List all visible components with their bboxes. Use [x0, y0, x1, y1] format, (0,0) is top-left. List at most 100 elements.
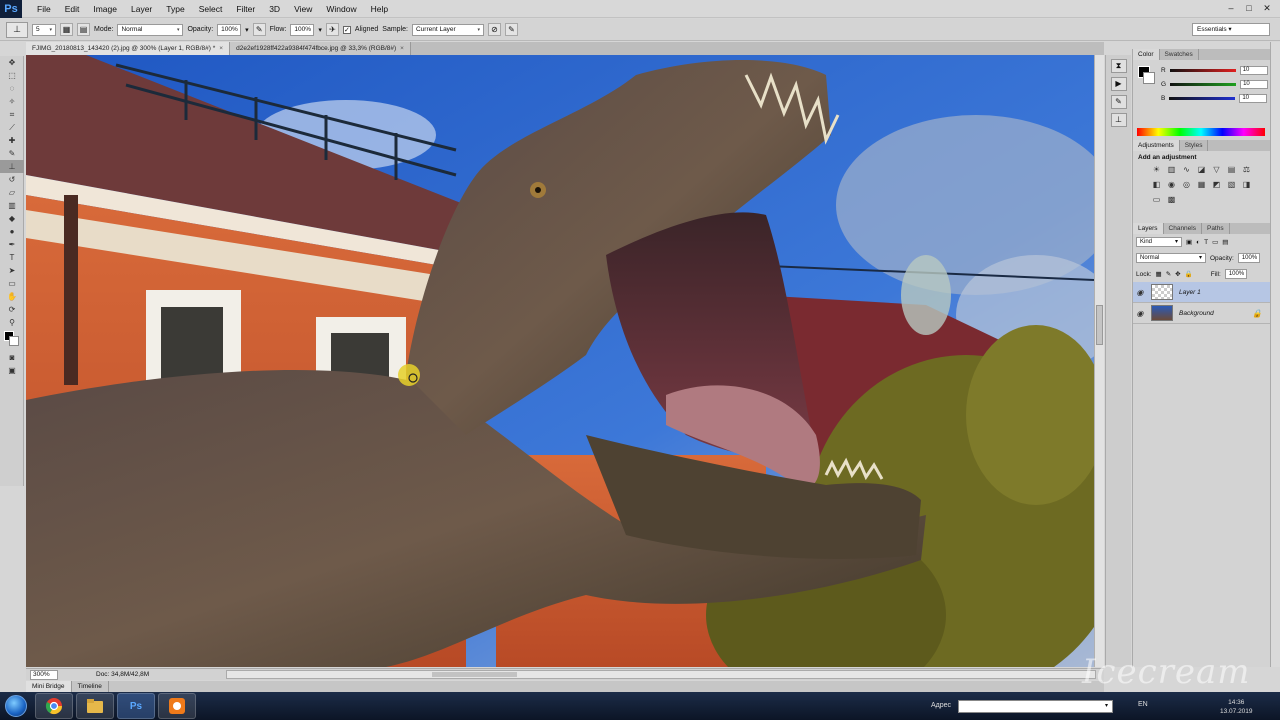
threshold-icon[interactable]: ◨: [1241, 179, 1252, 190]
layer-name[interactable]: Background: [1179, 310, 1214, 317]
levels-icon[interactable]: ▥: [1166, 164, 1177, 175]
zoom-tool-icon[interactable]: ⚲: [0, 316, 24, 329]
clone-source-icon[interactable]: ▤: [77, 23, 90, 36]
menu-help[interactable]: Help: [364, 4, 395, 14]
lock-transparency-icon[interactable]: ▦: [1156, 270, 1162, 278]
color-spectrum-bar[interactable]: [1137, 128, 1265, 136]
eyedropper-tool-icon[interactable]: ⟋: [0, 121, 24, 134]
vibrance-icon[interactable]: ▽: [1211, 164, 1222, 175]
explorer-icon[interactable]: [76, 693, 114, 719]
mode-select[interactable]: Normal ▾: [117, 23, 184, 36]
filter-shape-icon[interactable]: ▭: [1212, 238, 1218, 246]
visibility-eye-icon[interactable]: ◉: [1133, 309, 1147, 318]
close-button[interactable]: ✕: [1260, 2, 1274, 14]
lasso-tool-icon[interactable]: ◌: [0, 82, 24, 95]
menu-edit[interactable]: Edit: [58, 4, 87, 14]
opacity-field[interactable]: 100%: [217, 23, 242, 36]
canvas-horizontal-scrollbar[interactable]: [226, 670, 1096, 679]
green-slider[interactable]: [1170, 83, 1237, 86]
zoom-field[interactable]: 300%: [30, 669, 58, 680]
sample-select[interactable]: Current Layer ▾: [411, 23, 484, 36]
menu-type[interactable]: Type: [159, 4, 191, 14]
layer-row[interactable]: ◉ Layer 1: [1133, 282, 1270, 303]
kind-filter-select[interactable]: Kind ▾: [1136, 237, 1182, 247]
filter-adjustment-icon[interactable]: ◐: [1196, 239, 1200, 246]
workspace-switcher[interactable]: Essentials ▾: [1192, 23, 1270, 36]
layer-row[interactable]: ◉ Background 🔒: [1133, 303, 1270, 324]
healing-tool-icon[interactable]: ✚: [0, 134, 24, 147]
tab-document-2[interactable]: d2e2ef1928ff422a9384f474fbce.jpg @ 33,3%…: [230, 42, 411, 55]
quick-mask-icon[interactable]: ◙: [0, 351, 24, 364]
menu-select[interactable]: Select: [192, 4, 230, 14]
filter-smart-icon[interactable]: ▤: [1222, 238, 1228, 246]
menu-image[interactable]: Image: [86, 4, 124, 14]
scrollbar-thumb[interactable]: [432, 672, 517, 677]
marquee-tool-icon[interactable]: ⬚: [0, 69, 24, 82]
tab-adjustments[interactable]: Adjustments: [1133, 140, 1180, 151]
blue-value[interactable]: 10: [1239, 94, 1268, 103]
maximize-button[interactable]: □: [1242, 2, 1256, 14]
flow-dropdown-arrow[interactable]: ▾: [318, 26, 322, 34]
chrome-icon[interactable]: [35, 693, 73, 719]
eraser-tool-icon[interactable]: ▱: [0, 186, 24, 199]
tab-paths[interactable]: Paths: [1202, 223, 1230, 234]
panels-scrollbar[interactable]: [1270, 42, 1280, 667]
panel-background-swatch[interactable]: [1143, 72, 1155, 84]
gradient-map-icon[interactable]: ▭: [1151, 194, 1162, 205]
posterize-icon[interactable]: ▧: [1226, 179, 1237, 190]
dodge-tool-icon[interactable]: ●: [0, 225, 24, 238]
language-indicator[interactable]: EN: [1138, 701, 1148, 708]
menu-layer[interactable]: Layer: [124, 4, 159, 14]
pressure-opacity-icon[interactable]: ✎: [252, 23, 266, 36]
brush-size-field[interactable]: 5 ▾: [32, 23, 56, 36]
crop-tool-icon[interactable]: ⌗: [0, 108, 24, 121]
fill-field[interactable]: 100%: [1224, 269, 1247, 279]
type-tool-icon[interactable]: T: [0, 251, 24, 264]
exposure-icon[interactable]: ◪: [1196, 164, 1207, 175]
quick-select-tool-icon[interactable]: ✧: [0, 95, 24, 108]
move-tool-icon[interactable]: ✥: [0, 56, 24, 69]
recorder-icon[interactable]: [158, 693, 196, 719]
clone-stamp-preset-icon[interactable]: ⊥: [6, 21, 28, 38]
photoshop-icon[interactable]: Ps: [117, 693, 155, 719]
doc-size-info[interactable]: Doc: 34,8M/42,8M: [96, 671, 149, 678]
airbrush-icon[interactable]: ✈: [325, 23, 339, 36]
red-value[interactable]: 10: [1239, 66, 1268, 75]
brightness-icon[interactable]: ☀: [1151, 164, 1162, 175]
actions-panel-icon[interactable]: ▶: [1110, 77, 1127, 91]
tab-styles[interactable]: Styles: [1180, 140, 1209, 151]
menu-file[interactable]: File: [30, 4, 58, 14]
menu-window[interactable]: Window: [319, 4, 363, 14]
address-input[interactable]: ▾: [958, 700, 1113, 713]
tab-channels[interactable]: Channels: [1164, 223, 1202, 234]
tab-timeline[interactable]: Timeline: [72, 681, 109, 692]
path-select-tool-icon[interactable]: ➤: [0, 264, 24, 277]
selective-color-icon[interactable]: ▩: [1166, 194, 1177, 205]
gradient-tool-icon[interactable]: ▥: [0, 199, 24, 212]
history-panel-icon[interactable]: ⧗: [1110, 59, 1127, 73]
invert-icon[interactable]: ◩: [1211, 179, 1222, 190]
color-lookup-icon[interactable]: ▦: [1196, 179, 1207, 190]
blur-tool-icon[interactable]: ◆: [0, 212, 24, 225]
brush-panel-icon[interactable]: ▦: [60, 23, 73, 36]
document-canvas[interactable]: [26, 55, 1094, 667]
system-clock[interactable]: 14:36 13.07.2019: [1220, 698, 1253, 716]
menu-3d[interactable]: 3D: [262, 4, 287, 14]
lock-all-icon[interactable]: 🔒: [1185, 270, 1193, 278]
close-tab-icon[interactable]: ×: [219, 45, 223, 52]
screen-mode-icon[interactable]: ▣: [0, 364, 24, 377]
visibility-eye-icon[interactable]: ◉: [1133, 288, 1147, 297]
pressure-size-icon[interactable]: ✎: [504, 23, 518, 36]
tab-document-1[interactable]: FJIMG_20180813_143420 (2).jpg @ 300% (La…: [26, 42, 231, 55]
flow-field[interactable]: 100%: [290, 23, 315, 36]
clone-source-panel-icon[interactable]: ⊥: [1110, 113, 1127, 127]
start-button[interactable]: [0, 692, 32, 720]
filter-type-icon[interactable]: T: [1204, 239, 1208, 246]
shape-tool-icon[interactable]: ▭: [0, 277, 24, 290]
lock-position-icon[interactable]: ✥: [1175, 270, 1180, 278]
background-color-swatch[interactable]: [9, 336, 19, 346]
hand-tool-icon[interactable]: ✋: [0, 290, 24, 303]
layer-opacity-field[interactable]: 100%: [1237, 253, 1260, 263]
tab-swatches[interactable]: Swatches: [1160, 49, 1199, 60]
channel-mixer-icon[interactable]: ◎: [1181, 179, 1192, 190]
